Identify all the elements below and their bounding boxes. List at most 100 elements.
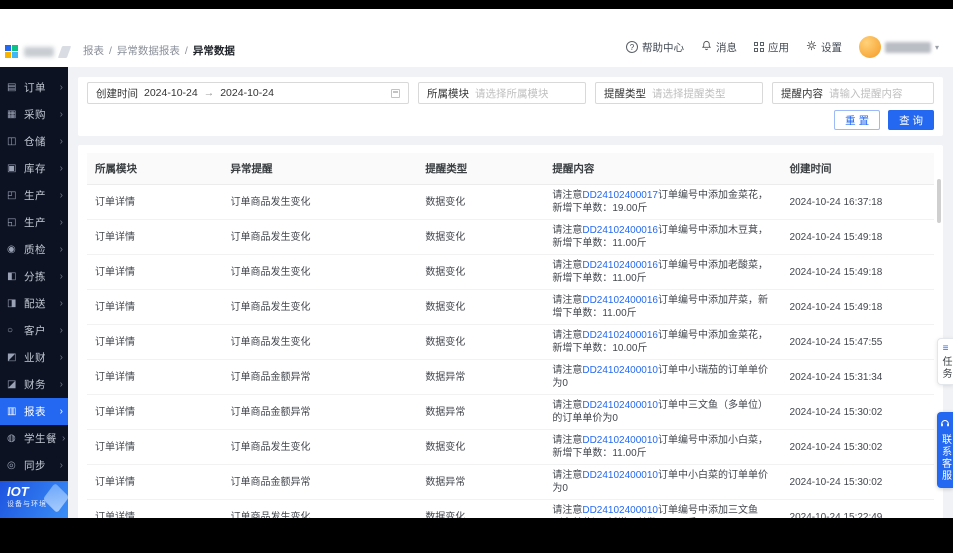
cell-alert: 订单商品发生变化 — [223, 500, 418, 519]
alert-type-select[interactable]: 提醒类型 请选择提醒类型 — [595, 82, 763, 104]
warehousing-icon: ◫ — [7, 136, 19, 147]
messages-button[interactable]: 消息 — [701, 40, 737, 55]
cell-content: 请注意DD24102400010订单编号中添加三文鱼（多单位），新增下单数：1.… — [544, 500, 781, 519]
task-drawer-label: 任务 — [938, 356, 953, 380]
date-start-value: 2024-10-24 — [144, 87, 198, 99]
cell-alert: 订单商品发生变化 — [223, 325, 418, 360]
app-logo — [5, 45, 83, 58]
chevron-right-icon: › — [60, 271, 63, 282]
cell-time: 2024-10-24 15:30:02 — [782, 395, 934, 430]
breadcrumb-separator: / — [109, 45, 112, 57]
cell-type: 数据变化 — [417, 325, 544, 360]
sidebar-item-delivery[interactable]: ◨配送› — [0, 290, 68, 317]
cell-type: 数据变化 — [417, 185, 544, 220]
production-2-icon: ◱ — [7, 217, 19, 228]
cell-module: 订单详情 — [87, 255, 223, 290]
breadcrumb-item-reports[interactable]: 报表 — [83, 43, 104, 58]
reset-button[interactable]: 重 置 — [834, 110, 880, 130]
sidebar-item-finance[interactable]: ◪财务› — [0, 371, 68, 398]
delivery-icon: ◨ — [7, 298, 19, 309]
alert-content-input[interactable]: 提醒内容 请输入提醒内容 — [772, 82, 934, 104]
cell-module: 订单详情 — [87, 360, 223, 395]
sidebar-item-inventory[interactable]: ▣库存› — [0, 155, 68, 182]
sidebar-item-sorting[interactable]: ◧分拣› — [0, 263, 68, 290]
iot-banner[interactable]: IOT 设备与环境 — [0, 481, 68, 518]
apps-button[interactable]: 应用 — [754, 40, 789, 55]
order-number-link[interactable]: DD24102400010 — [582, 365, 658, 376]
sidebar-item-reports[interactable]: ▥报表› — [0, 398, 68, 425]
cell-content: 请注意DD24102400016订单编号中添加木豆萁，新增下单数：11.00斤 — [544, 220, 781, 255]
table-row[interactable]: 订单详情 订单商品金额异常 数据异常 请注意DD24102400010订单中小白… — [87, 465, 934, 500]
cell-time: 2024-10-24 15:49:18 — [782, 220, 934, 255]
module-select-placeholder: 请选择所属模块 — [475, 86, 549, 101]
table-row[interactable]: 订单详情 订单商品发生变化 数据变化 请注意DD24102400010订单编号中… — [87, 500, 934, 519]
order-number-link[interactable]: DD24102400016 — [582, 225, 658, 236]
cell-content: 请注意DD24102400016订单编号中添加芹菜，新增下单数：11.00斤 — [544, 290, 781, 325]
sidebar-item-orders[interactable]: ▤订单› — [0, 74, 68, 101]
cell-content: 请注意DD24102400017订单编号中添加金菜花，新增下单数：19.00斤 — [544, 185, 781, 220]
sidebar-item-procurement[interactable]: ▦采购› — [0, 101, 68, 128]
order-number-link[interactable]: DD24102400016 — [582, 330, 658, 341]
sidebar-item-quality-inspection[interactable]: ◉质检› — [0, 236, 68, 263]
breadcrumb-item-abnormal-report[interactable]: 异常数据报表 — [117, 43, 180, 58]
cell-type: 数据异常 — [417, 465, 544, 500]
sidebar-item-warehousing[interactable]: ◫仓储› — [0, 128, 68, 155]
task-drawer-tab[interactable]: ≡ 任务 — [937, 338, 953, 385]
table-row[interactable]: 订单详情 订单商品金额异常 数据异常 请注意DD24102400010订单中三文… — [87, 395, 934, 430]
table-row[interactable]: 订单详情 订单商品发生变化 数据变化 请注意DD24102400016订单编号中… — [87, 290, 934, 325]
settings-button[interactable]: 设置 — [806, 40, 842, 55]
alert-content-label: 提醒内容 — [781, 86, 823, 101]
table-scrollbar-thumb[interactable] — [937, 179, 941, 223]
alert-type-label: 提醒类型 — [604, 86, 646, 101]
order-number-link[interactable]: DD24102400016 — [582, 260, 658, 271]
main-content: 创建时间 2024-10-24 → 2024-10-24 所属模块 请选择所属模… — [68, 67, 953, 518]
order-number-link[interactable]: DD24102400016 — [582, 295, 658, 306]
order-number-link[interactable]: DD24102400010 — [582, 470, 658, 481]
sidebar-item-sync[interactable]: ◎同步› — [0, 452, 68, 479]
table-row[interactable]: 订单详情 订单商品发生变化 数据变化 请注意DD24102400017订单编号中… — [87, 185, 934, 220]
cell-alert: 订单商品金额异常 — [223, 465, 418, 500]
chevron-right-icon: › — [60, 379, 63, 390]
order-number-link[interactable]: DD24102400010 — [582, 505, 658, 516]
order-number-link[interactable]: DD24102400010 — [582, 435, 658, 446]
help-center-button[interactable]: ? 帮助中心 — [626, 40, 684, 55]
order-number-link[interactable]: DD24102400010 — [582, 400, 658, 411]
cell-module: 订单详情 — [87, 185, 223, 220]
chevron-right-icon: › — [60, 352, 63, 363]
cell-module: 订单详情 — [87, 395, 223, 430]
order-number-link[interactable]: DD24102400017 — [582, 190, 658, 201]
cell-type: 数据变化 — [417, 255, 544, 290]
cell-alert: 订单商品金额异常 — [223, 395, 418, 430]
procurement-icon: ▦ — [7, 109, 19, 120]
caret-down-icon: ▾ — [935, 43, 939, 52]
date-range-picker[interactable]: 创建时间 2024-10-24 → 2024-10-24 — [87, 82, 409, 104]
table-row[interactable]: 订单详情 订单商品发生变化 数据变化 请注意DD24102400010订单编号中… — [87, 430, 934, 465]
query-button[interactable]: 查 询 — [888, 110, 934, 130]
module-select-label: 所属模块 — [427, 86, 469, 101]
breadcrumb-item-current: 异常数据 — [193, 43, 235, 58]
sidebar-item-student-meals[interactable]: ◍学生餐› — [0, 425, 68, 452]
col-alert: 异常提醒 — [223, 153, 418, 185]
table-row[interactable]: 订单详情 订单商品发生变化 数据变化 请注意DD24102400016订单编号中… — [87, 220, 934, 255]
table-row[interactable]: 订单详情 订单商品发生变化 数据变化 请注意DD24102400016订单编号中… — [87, 255, 934, 290]
cell-time: 2024-10-24 16:37:18 — [782, 185, 934, 220]
production-icon: ◰ — [7, 190, 19, 201]
table-row[interactable]: 订单详情 订单商品发生变化 数据变化 请注意DD24102400016订单编号中… — [87, 325, 934, 360]
sidebar-item-customers[interactable]: ○客户› — [0, 317, 68, 344]
business-finance-icon: ◩ — [7, 352, 19, 363]
date-range-arrow-icon: → — [204, 87, 215, 99]
cell-alert: 订单商品发生变化 — [223, 185, 418, 220]
sidebar-item-production[interactable]: ◰生产› — [0, 182, 68, 209]
table-row[interactable]: 订单详情 订单商品金额异常 数据异常 请注意DD24102400010订单中小瑞… — [87, 360, 934, 395]
filter-panel: 创建时间 2024-10-24 → 2024-10-24 所属模块 请选择所属模… — [78, 77, 943, 136]
user-menu[interactable]: ▾ — [859, 36, 939, 58]
sidebar-item-production-2[interactable]: ◱生产› — [0, 209, 68, 236]
module-select[interactable]: 所属模块 请选择所属模块 — [418, 82, 586, 104]
customer-service-tab[interactable]: 联系客服 — [937, 412, 953, 488]
cell-type: 数据变化 — [417, 430, 544, 465]
chevron-right-icon: › — [60, 163, 63, 174]
col-module: 所属模块 — [87, 153, 223, 185]
logo-icon — [5, 45, 18, 58]
cell-time: 2024-10-24 15:30:02 — [782, 430, 934, 465]
sidebar-item-business-finance[interactable]: ◩业财› — [0, 344, 68, 371]
